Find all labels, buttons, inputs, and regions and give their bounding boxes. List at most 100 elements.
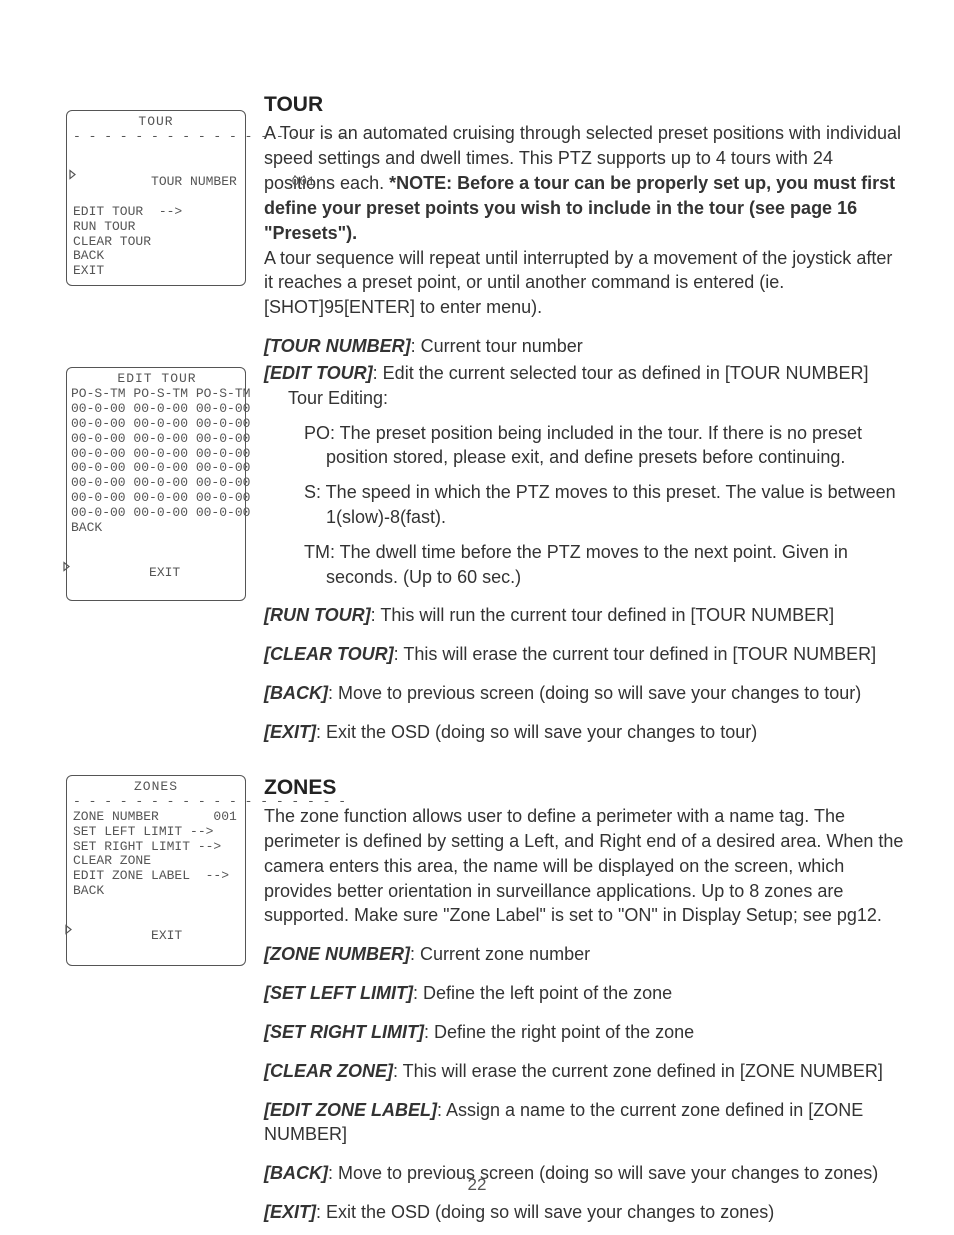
- edit-tour-menu-col: EDIT TOUR PO-S-TM PO-S-TM PO-S-TM 00-0-0…: [66, 367, 246, 601]
- def-run-tour: [RUN TOUR]: This will run the current to…: [264, 603, 904, 628]
- edit-sublist: PO: The preset position being included i…: [304, 421, 904, 590]
- zones-menu-line: SET LEFT LIMIT -->: [73, 825, 239, 840]
- def-tour-number: [TOUR NUMBER]: Current tour number: [264, 334, 904, 359]
- def-label: [TOUR NUMBER]: [264, 336, 411, 356]
- page-number: 22: [468, 1175, 487, 1195]
- tour-menu-line: CLEAR TOUR: [73, 235, 239, 250]
- s-def: S: The speed in which the PTZ moves to t…: [326, 480, 904, 530]
- menu-divider: - - - - - - - - - - - - - - - - - -: [73, 795, 239, 810]
- def-text: : Exit the OSD (doing so will save your …: [316, 722, 757, 742]
- tour-menu-line: EXIT: [73, 264, 239, 279]
- def-exit-zones: [EXIT]: Exit the OSD (doing so will save…: [264, 1200, 904, 1225]
- edit-tour-row-line: 00-0-00 00-0-00 00-0-00: [71, 402, 243, 417]
- def-text: : Edit the current selected tour as defi…: [373, 363, 869, 383]
- cursor-icon: [69, 167, 78, 182]
- def-set-right: [SET RIGHT LIMIT]: Define the right poin…: [264, 1020, 904, 1045]
- menu-divider: - - - - - - - - - - - - - - - - - -: [73, 130, 239, 145]
- zones-menu-line: SET RIGHT LIMIT -->: [73, 840, 239, 855]
- def-text: : Define the left point of the zone: [413, 983, 672, 1003]
- def-set-left: [SET LEFT LIMIT]: Define the left point …: [264, 981, 904, 1006]
- def-text: : This will erase the current tour defin…: [394, 644, 877, 664]
- cursor-icon: [65, 922, 74, 937]
- menu-item-label: EXIT: [149, 565, 180, 580]
- zones-menu-line: ZONE NUMBER 001: [73, 810, 239, 825]
- tour-menu-line: TOUR NUMBER 001: [73, 145, 239, 205]
- edit-tour-row: EDIT TOUR PO-S-TM PO-S-TM PO-S-TM 00-0-0…: [66, 367, 904, 745]
- def-zone-number: [ZONE NUMBER]: Current zone number: [264, 942, 904, 967]
- edit-tour-text-col: [EDIT TOUR]: Edit the current selected t…: [264, 367, 904, 745]
- zones-menu-line: EXIT: [69, 899, 239, 959]
- def-label: [CLEAR TOUR]: [264, 644, 394, 664]
- tour-intro: A Tour is an automated cruising through …: [264, 121, 904, 245]
- menu-item-label: EXIT: [73, 263, 104, 278]
- edit-tour-row-line: 00-0-00 00-0-00 00-0-00: [71, 506, 243, 521]
- def-label: [EDIT ZONE LABEL]: [264, 1100, 437, 1120]
- tour-menu-line: EDIT TOUR -->: [73, 205, 239, 220]
- edit-tour-row-line: 00-0-00 00-0-00 00-0-00: [71, 491, 243, 506]
- edit-tour-row-line: 00-0-00 00-0-00 00-0-00: [71, 476, 243, 491]
- def-text: : Exit the OSD (doing so will save your …: [316, 1202, 774, 1222]
- menu-item-label: BACK: [73, 248, 104, 263]
- def-label: [SET LEFT LIMIT]: [264, 983, 413, 1003]
- zones-text-col: ZONES The zone function allows user to d…: [264, 773, 904, 1225]
- edit-tour-row-line: 00-0-00 00-0-00 00-0-00: [71, 461, 243, 476]
- def-label: [RUN TOUR]: [264, 605, 371, 625]
- menu-item-label: EXIT: [151, 928, 182, 943]
- menu-item-label: CLEAR TOUR: [73, 234, 151, 249]
- edit-tour-exit: EXIT: [67, 536, 243, 596]
- menu-item-label: RUN TOUR: [73, 219, 135, 234]
- zones-menu-line: CLEAR ZONE: [73, 854, 239, 869]
- def-label: [EXIT]: [264, 722, 316, 742]
- def-back-tour: [BACK]: Move to previous screen (doing s…: [264, 681, 904, 706]
- def-exit-tour: [EXIT]: Exit the OSD (doing so will save…: [264, 720, 904, 745]
- menu-item-label: EDIT TOUR -->: [73, 204, 182, 219]
- edit-tour-title: EDIT TOUR: [71, 372, 243, 387]
- def-label: [BACK]: [264, 1163, 328, 1183]
- edit-tour-row-line: 00-0-00 00-0-00 00-0-00: [71, 417, 243, 432]
- zones-heading: ZONES: [264, 773, 904, 802]
- def-text: : Move to previous screen (doing so will…: [328, 683, 861, 703]
- zones-section: ZONES - - - - - - - - - - - - - - - - - …: [66, 773, 904, 1225]
- def-edit-zone-label: [EDIT ZONE LABEL]: Assign a name to the …: [264, 1098, 904, 1148]
- edit-tour-menu-box: EDIT TOUR PO-S-TM PO-S-TM PO-S-TM 00-0-0…: [66, 367, 246, 601]
- zones-intro: The zone function allows user to define …: [264, 804, 904, 928]
- def-label: [ZONE NUMBER]: [264, 944, 410, 964]
- def-label: [EDIT TOUR]: [264, 363, 373, 383]
- def-label: [EXIT]: [264, 1202, 316, 1222]
- po-def: PO: The preset position being included i…: [326, 421, 904, 471]
- menu-item-label: TOUR NUMBER 001: [151, 174, 315, 189]
- page: TOUR - - - - - - - - - - - - - - - - - -…: [66, 90, 904, 1233]
- zones-menu-line: BACK: [73, 884, 239, 899]
- def-text: : Current tour number: [411, 336, 583, 356]
- tour-menu-box: TOUR - - - - - - - - - - - - - - - - - -…: [66, 110, 246, 286]
- def-edit-tour: [EDIT TOUR]: Edit the current selected t…: [264, 361, 904, 386]
- edit-subhead: Tour Editing:: [288, 386, 904, 411]
- tour-heading: TOUR: [264, 90, 904, 119]
- zones-menu-col: ZONES - - - - - - - - - - - - - - - - - …: [66, 773, 246, 966]
- def-clear-tour: [CLEAR TOUR]: This will erase the curren…: [264, 642, 904, 667]
- zones-menu-line: EDIT ZONE LABEL -->: [73, 869, 239, 884]
- def-clear-zone: [CLEAR ZONE]: This will erase the curren…: [264, 1059, 904, 1084]
- tour-menu-col: TOUR - - - - - - - - - - - - - - - - - -…: [66, 90, 246, 286]
- zones-menu-title: ZONES: [73, 780, 239, 795]
- def-text: : Define the right point of the zone: [424, 1022, 694, 1042]
- tour-text-col: TOUR A Tour is an automated cruising thr…: [264, 90, 904, 359]
- def-text: : This will erase the current zone defin…: [393, 1061, 883, 1081]
- def-label: [SET RIGHT LIMIT]: [264, 1022, 424, 1042]
- tour-menu-line: RUN TOUR: [73, 220, 239, 235]
- def-back-zones: [BACK]: Move to previous screen (doing s…: [264, 1161, 904, 1186]
- def-text: : Move to previous screen (doing so will…: [328, 1163, 878, 1183]
- tm-def: TM: The dwell time before the PTZ moves …: [326, 540, 904, 590]
- def-text: : Current zone number: [410, 944, 590, 964]
- tour-menu-line: BACK: [73, 249, 239, 264]
- edit-tour-back: BACK: [71, 521, 243, 536]
- edit-tour-header: PO-S-TM PO-S-TM PO-S-TM: [71, 387, 243, 402]
- cursor-icon: [63, 559, 72, 574]
- tour-section: TOUR - - - - - - - - - - - - - - - - - -…: [66, 90, 904, 359]
- tour-menu-title: TOUR: [73, 115, 239, 130]
- def-label: [BACK]: [264, 683, 328, 703]
- def-label: [CLEAR ZONE]: [264, 1061, 393, 1081]
- zones-menu-box: ZONES - - - - - - - - - - - - - - - - - …: [66, 775, 246, 966]
- tour-intro-b: A tour sequence will repeat until interr…: [264, 246, 904, 320]
- edit-tour-row-line: 00-0-00 00-0-00 00-0-00: [71, 447, 243, 462]
